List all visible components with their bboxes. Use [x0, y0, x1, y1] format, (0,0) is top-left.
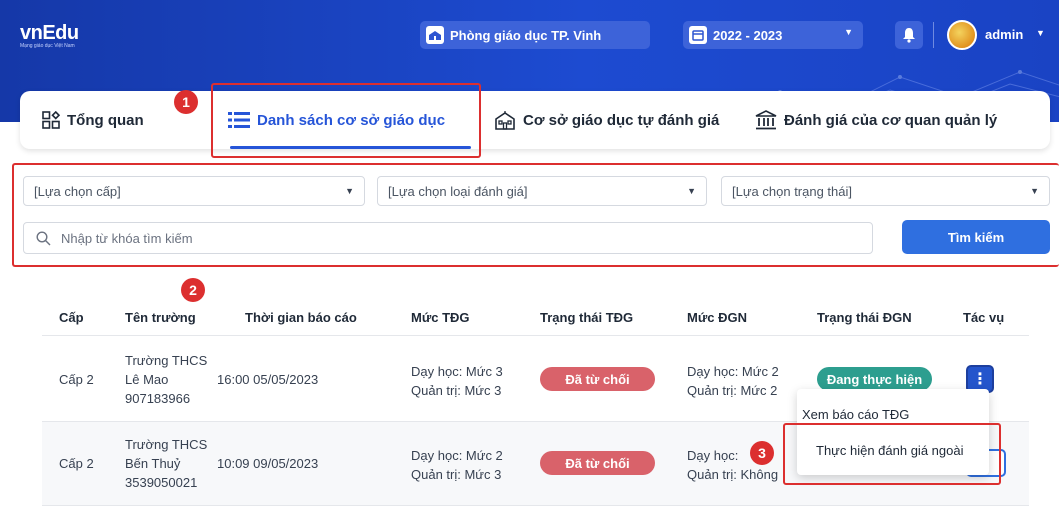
tab-overview[interactable]: Tổng quan: [42, 91, 144, 149]
annotation-step-badge: 2: [181, 278, 205, 302]
cell-tdg-level: Dạy học: Mức 3 Quản trị: Mức 3: [411, 362, 503, 400]
status-badge-in-progress: Đang thực hiện: [817, 367, 932, 391]
annotation-step-badge: 3: [750, 441, 774, 465]
column-header-tdg-status: Trạng thái TĐG: [540, 310, 634, 325]
menu-item-view-self-assessment-report[interactable]: Xem báo cáo TĐG: [802, 407, 909, 422]
tab-agency-assessment[interactable]: Đánh giá của cơ quan quản lý: [755, 91, 997, 149]
annotation-box-menu-item: [783, 423, 1001, 485]
table-header: Cấp Tên trường Thời gian báo cáo Mức TĐG…: [42, 296, 1029, 336]
cell-school: Trường THCS Lê Mao 907183966: [125, 351, 207, 408]
tab-self-assessment[interactable]: Cơ sở giáo dục tự đánh giá: [494, 91, 719, 149]
year-selector[interactable]: 2022 - 2023 ▼: [683, 21, 863, 49]
cell-report-time: 16:00 05/05/2023: [217, 372, 319, 387]
school-code: 3539050021: [125, 475, 198, 490]
year-value: 2022 - 2023: [713, 27, 783, 43]
cell-dgn-level: Dạy học: Mức 2 Quản trị: Mức 2: [687, 362, 779, 400]
office-selector[interactable]: Phòng giáo dục TP. Vinh: [420, 21, 650, 49]
school-name-line: Bến Thuỷ: [125, 456, 181, 471]
annotation-box-filters: [12, 163, 1059, 267]
column-header-actions: Tác vụ: [963, 310, 1005, 325]
school-name-line: Trường THCS: [125, 353, 208, 368]
tdg-teaching-level: Dạy học: Mức 3: [411, 364, 503, 379]
cell-level: Cấp 2: [59, 372, 94, 387]
cell-tdg-level: Dạy học: Mức 2 Quản trị: Mức 3: [411, 446, 503, 484]
more-vertical-icon: ⋮: [972, 371, 988, 388]
column-header-dgn-level: Mức ĐGN: [687, 310, 747, 325]
status-badge-refused: Đã từ chối: [540, 451, 655, 475]
column-header-report-time: Thời gian báo cáo: [245, 310, 357, 325]
cell-level: Cấp 2: [59, 456, 94, 471]
calendar-icon: [689, 26, 707, 44]
government-building-icon: [755, 110, 777, 130]
annotation-box-tab: [211, 83, 481, 158]
cell-school: Trường THCS Bến Thuỷ 3539050021: [125, 435, 207, 492]
column-header-tdg-level: Mức TĐG: [411, 310, 470, 325]
tab-overview-label: Tổng quan: [67, 111, 144, 129]
dgn-teaching-level: Dạy học: Mức 2: [687, 364, 779, 379]
overview-grid-icon: [42, 111, 60, 129]
annotation-step-badge: 1: [174, 90, 198, 114]
tab-self-assessment-label: Cơ sở giáo dục tự đánh giá: [523, 111, 720, 129]
school-name-line: Trường THCS: [125, 437, 208, 452]
school-code: 907183966: [125, 391, 191, 406]
header-divider: [933, 22, 934, 48]
user-name[interactable]: admin: [985, 27, 1023, 42]
page: vnEdu Mạng giáo dục Việt Nam Phòng giáo …: [0, 0, 1059, 522]
column-header-dgn-status: Trạng thái ĐGN: [817, 310, 912, 325]
tdg-teaching-level: Dạy học: Mức 2: [411, 448, 503, 463]
tdg-management-level: Quản trị: Mức 3: [411, 383, 502, 398]
tab-agency-assessment-label: Đánh giá của cơ quan quản lý: [784, 111, 998, 129]
avatar[interactable]: [947, 20, 977, 50]
school-name-line: Lê Mao: [125, 372, 169, 387]
chevron-down-icon: ▼: [844, 27, 853, 37]
notification-button[interactable]: [895, 21, 923, 49]
column-header-school: Tên trường: [125, 310, 196, 325]
column-header-level: Cấp: [59, 310, 84, 325]
logo[interactable]: vnEdu: [20, 22, 79, 45]
dgn-management-level: Quản trị: Không: [687, 467, 779, 482]
school-icon: [426, 26, 444, 44]
bell-icon: [903, 28, 915, 43]
dgn-management-level: Quản trị: Mức 2: [687, 383, 778, 398]
user-menu-chevron-icon[interactable]: ▼: [1036, 28, 1045, 38]
cell-report-time: 10:09 09/05/2023: [217, 456, 319, 471]
logo-tagline: Mạng giáo dục Việt Nam: [20, 43, 75, 49]
status-badge-refused: Đã từ chối: [540, 367, 655, 391]
tdg-management-level: Quản trị: Mức 3: [411, 467, 502, 482]
office-name: Phòng giáo dục TP. Vinh: [450, 27, 602, 43]
school-building-icon: [494, 110, 516, 130]
